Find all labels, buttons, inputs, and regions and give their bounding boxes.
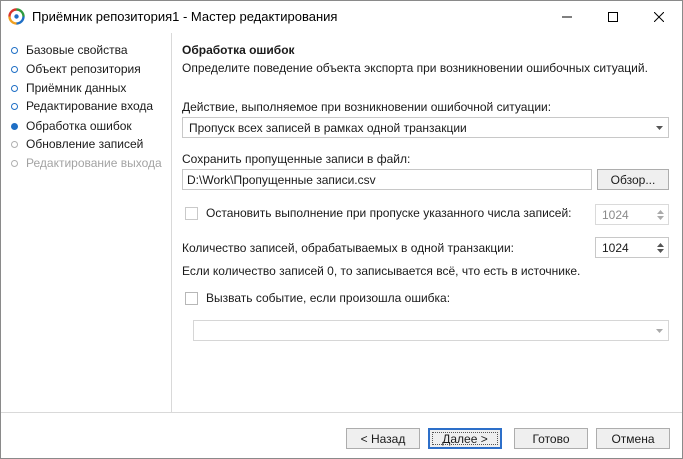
back-button[interactable]: < Назад (346, 428, 420, 449)
save-skipped-label: Сохранить пропущенные записи в файл: (182, 152, 411, 166)
step-update-records[interactable]: Обновление записей (11, 135, 143, 153)
step-marker-icon (11, 46, 18, 54)
stop-on-skip-label: Остановить выполнение при пропуске указа… (206, 206, 572, 220)
wizard-page-content: Обработка ошибок Определите поведение об… (182, 33, 672, 413)
step-error-handling[interactable]: Обработка ошибок (11, 117, 132, 135)
step-marker-icon (11, 102, 18, 110)
page-description: Определите поведение объекта экспорта пр… (182, 61, 648, 75)
step-marker-icon (11, 65, 18, 73)
step-edit-input[interactable]: Редактирование входа (11, 97, 153, 115)
footer-divider (1, 412, 682, 413)
step-repository-object[interactable]: Объект репозитория (11, 60, 141, 78)
raise-event-label: Вызвать событие, если произошла ошибка: (206, 291, 451, 305)
chevron-down-icon[interactable] (650, 321, 668, 340)
spin-arrows-icon[interactable] (652, 238, 668, 257)
step-marker-icon (11, 159, 18, 167)
step-label: Обработка ошибок (26, 119, 132, 133)
raise-event-row[interactable]: Вызвать событие, если произошла ошибка: (185, 291, 450, 305)
page-title: Обработка ошибок (182, 43, 295, 57)
minimize-button[interactable] (544, 1, 590, 32)
maximize-button[interactable] (590, 1, 636, 32)
next-button[interactable]: Далее > (428, 428, 502, 449)
step-data-receiver[interactable]: Приёмник данных (11, 79, 126, 97)
close-icon (654, 11, 664, 22)
error-action-label: Действие, выполняемое при возникновении … (182, 100, 552, 114)
focus-ring (432, 432, 498, 445)
batch-size-hint: Если количество записей 0, то записывает… (182, 264, 581, 278)
step-label: Редактирование выхода (26, 156, 162, 170)
step-current-marker-icon (11, 122, 18, 130)
error-action-value: Пропуск всех записей в рамках одной тран… (189, 120, 467, 135)
stop-count-spinner[interactable]: 1024 (595, 204, 669, 225)
step-label: Приёмник данных (26, 81, 127, 95)
stop-on-skip-checkbox[interactable] (185, 206, 198, 220)
minimize-icon (562, 16, 572, 17)
batch-size-spinner[interactable]: 1024 (595, 237, 669, 258)
wizard-app-icon (8, 8, 25, 25)
step-basic-properties[interactable]: Базовые свойства (11, 41, 128, 59)
spin-arrows-icon[interactable] (652, 205, 668, 224)
stop-count-value: 1024 (602, 207, 629, 222)
close-button[interactable] (636, 1, 682, 32)
maximize-icon (608, 11, 618, 22)
step-marker-icon (11, 84, 18, 92)
error-action-select[interactable]: Пропуск всех записей в рамках одной тран… (182, 117, 669, 138)
browse-button[interactable]: Обзор... (597, 169, 669, 190)
step-edit-output: Редактирование выхода (11, 154, 162, 172)
cancel-button[interactable]: Отмена (596, 428, 670, 449)
stop-on-skip-row[interactable]: Остановить выполнение при пропуске указа… (185, 206, 572, 220)
raise-event-checkbox[interactable] (185, 291, 198, 305)
batch-size-label: Количество записей, обрабатываемых в одн… (182, 241, 514, 255)
chevron-down-icon[interactable] (650, 118, 668, 137)
title-bar[interactable]: Приёмник репозитория1 - Мастер редактиро… (1, 1, 682, 32)
skipped-file-path-input[interactable]: D:\Work\Пропущенные записи.csv (182, 169, 592, 190)
wizard-steps-sidebar: Базовые свойства Объект репозитория Приё… (1, 33, 172, 413)
step-label: Базовые свойства (26, 43, 128, 57)
finish-button[interactable]: Готово (514, 428, 588, 449)
step-label: Редактирование входа (26, 99, 154, 113)
step-marker-icon (11, 140, 18, 148)
event-select[interactable] (193, 320, 669, 341)
wizard-window: Приёмник репозитория1 - Мастер редактиро… (0, 0, 683, 459)
batch-size-value: 1024 (602, 240, 629, 255)
step-label: Обновление записей (26, 137, 144, 151)
step-label: Объект репозитория (26, 62, 141, 76)
window-title: Приёмник репозитория1 - Мастер редактиро… (32, 9, 338, 24)
